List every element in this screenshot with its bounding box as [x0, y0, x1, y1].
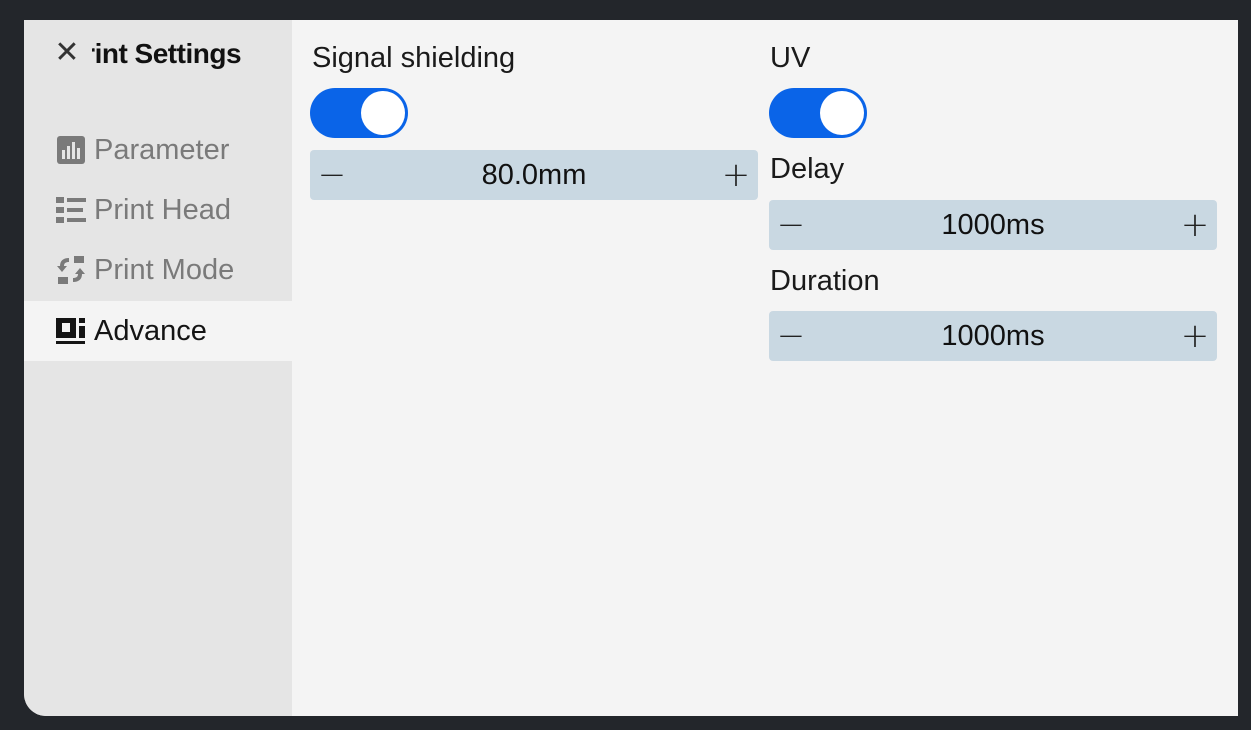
delay-stepper: − 1000ms + [769, 200, 1217, 250]
signal-shielding-stepper: − 80.0mm + [310, 150, 758, 200]
signal-shielding-value[interactable]: 80.0mm [354, 159, 714, 192]
sidebar-item-parameter[interactable]: Parameter [24, 120, 292, 180]
sidebar-item-label: Advance [94, 314, 207, 347]
swap-icon [54, 254, 88, 286]
page-title: Print Settings [92, 38, 242, 69]
uv-toggle[interactable] [769, 88, 867, 138]
sidebar-item-label: Parameter [94, 133, 230, 166]
increment-button[interactable]: + [1173, 311, 1217, 361]
decrement-button[interactable]: − [310, 150, 354, 200]
print-settings-window: ✕ Print Settings Parameter [24, 20, 1238, 716]
signal-shielding-label: Signal shielding [312, 42, 516, 74]
sidebar-item-advance[interactable]: Advance [24, 301, 292, 361]
advance-icon [54, 315, 88, 347]
sidebar-item-print-head[interactable]: Print Head [24, 180, 292, 240]
duration-label: Duration [770, 265, 880, 297]
decrement-button[interactable]: − [769, 200, 813, 250]
increment-button[interactable]: + [1173, 200, 1217, 250]
delay-label: Delay [770, 153, 845, 185]
uv-label: UV [770, 42, 811, 74]
advance-panel: Signal shielding − 80.0mm + UV Delay − 1… [292, 20, 1238, 716]
sidebar-item-label: Print Head [94, 193, 232, 226]
signal-shielding-toggle[interactable] [310, 88, 408, 138]
duration-stepper: − 1000ms + [769, 311, 1217, 361]
sidebar-item-print-mode[interactable]: Print Mode [24, 240, 292, 300]
sidebar-item-label: Print Mode [94, 253, 235, 286]
delay-value[interactable]: 1000ms [813, 209, 1173, 242]
toggle-knob [361, 91, 405, 135]
close-icon[interactable]: ✕ [52, 38, 82, 68]
toggle-knob [820, 91, 864, 135]
increment-button[interactable]: + [714, 150, 758, 200]
bar-chart-icon [54, 134, 88, 166]
decrement-button[interactable]: − [769, 311, 813, 361]
list-icon [54, 194, 88, 226]
sidebar: ✕ Print Settings Parameter [24, 20, 292, 716]
duration-value[interactable]: 1000ms [813, 320, 1173, 353]
